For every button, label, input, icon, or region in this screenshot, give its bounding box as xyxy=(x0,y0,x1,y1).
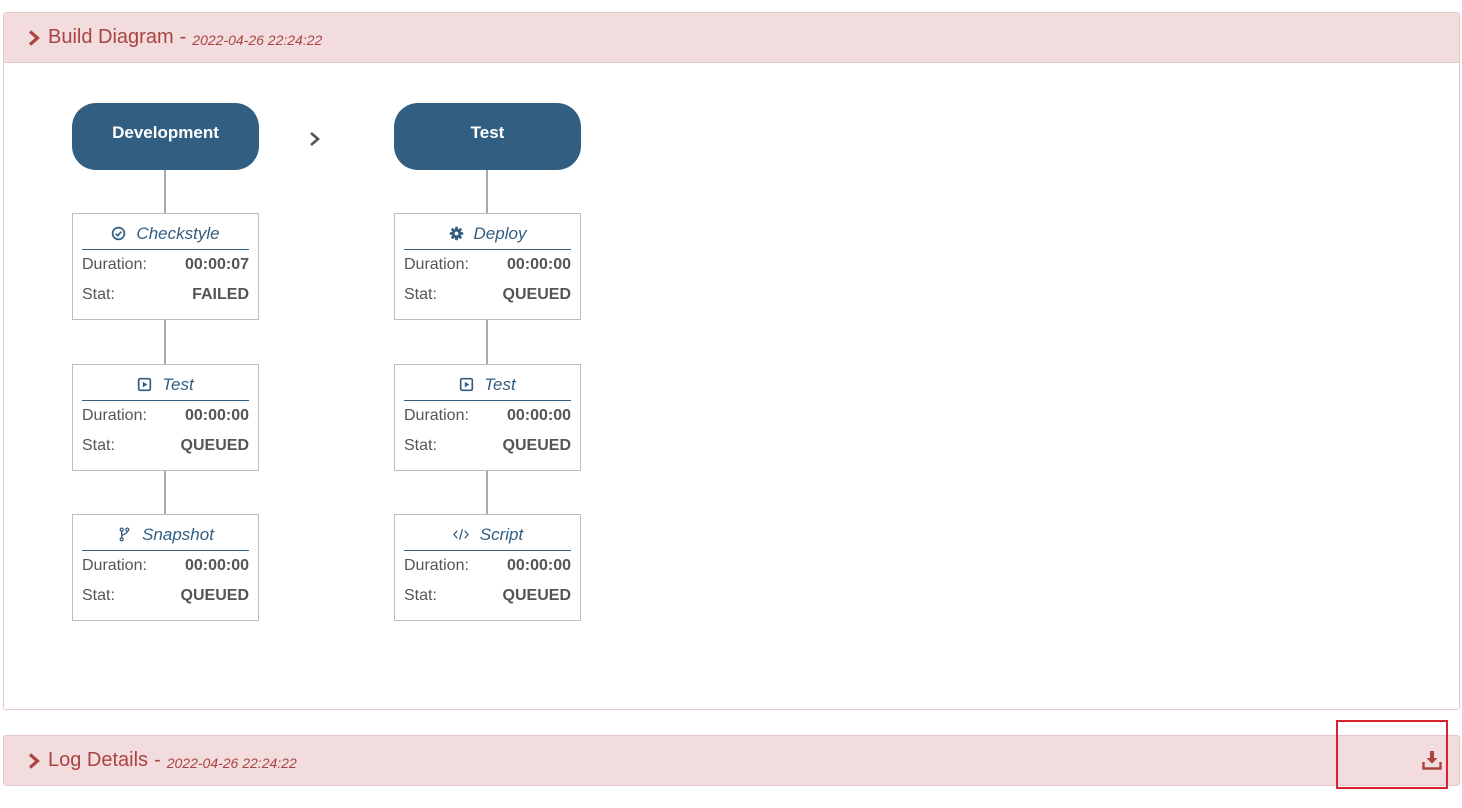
play-square-icon xyxy=(460,377,474,392)
duration-value: 00:00:07 xyxy=(184,256,249,273)
step-title[interactable]: Test xyxy=(82,365,249,401)
connector-line xyxy=(164,320,166,364)
highlight-box xyxy=(1336,720,1448,789)
code-icon xyxy=(452,529,469,540)
log-details-title: Log Details xyxy=(48,749,149,771)
stat-label: Stat: xyxy=(404,286,437,303)
status-value: QUEUED xyxy=(502,587,571,604)
step-title[interactable]: Script xyxy=(404,515,571,551)
duration-value: 00:00:00 xyxy=(506,407,571,424)
stat-label: Stat: xyxy=(82,286,115,303)
duration-label: Duration: xyxy=(404,256,469,273)
duration-value: 00:00:00 xyxy=(184,557,249,574)
step-title[interactable]: Deploy xyxy=(404,214,571,250)
stat-label: Stat: xyxy=(82,437,115,454)
step-name: Script xyxy=(479,524,524,544)
status-value: QUEUED xyxy=(502,437,571,454)
duration-value: 00:00:00 xyxy=(506,557,571,574)
duration-label: Duration: xyxy=(82,256,147,273)
duration-value: 00:00:00 xyxy=(184,407,249,424)
log-timestamp: 2022-04-26 22:24:22 xyxy=(166,754,297,771)
stage-header[interactable]: Test xyxy=(394,103,581,170)
step-title[interactable]: Checkstyle xyxy=(82,214,249,250)
stat-label: Stat: xyxy=(404,437,437,454)
stage-test: Test Deploy Duration: 00:00:00 Stat: QUEUE… xyxy=(394,103,581,621)
stat-label: Stat: xyxy=(82,587,115,604)
connector-line xyxy=(486,471,488,514)
step-script[interactable]: Script Duration: 00:00:00 Stat: QUEUED xyxy=(394,514,581,621)
stage-header[interactable]: Development xyxy=(72,103,259,170)
build-timestamp: 2022-04-26 22:24:22 xyxy=(192,31,323,48)
status-value: QUEUED xyxy=(180,587,249,604)
status-value: QUEUED xyxy=(180,437,249,454)
stage-arrow-icon xyxy=(310,132,320,146)
connector-line xyxy=(164,170,166,213)
check-circle-icon xyxy=(112,226,126,241)
step-name: Checkstyle xyxy=(136,223,220,243)
step-name: Test xyxy=(162,374,194,394)
duration-label: Duration: xyxy=(82,407,147,424)
step-checkstyle[interactable]: Checkstyle Duration: 00:00:07 Stat: FAILED xyxy=(72,213,259,320)
connector-line xyxy=(164,471,166,514)
step-deploy[interactable]: Deploy Duration: 00:00:00 Stat: QUEUED xyxy=(394,213,581,320)
title-separator: - xyxy=(154,749,161,771)
duration-value: 00:00:00 xyxy=(506,256,571,273)
log-details-heading[interactable]: Log Details - 2022-04-26 22:24:22 xyxy=(4,736,1459,785)
code-fork-icon xyxy=(119,527,130,542)
step-snapshot[interactable]: Snapshot Duration: 00:00:00 Stat: QUEUED xyxy=(72,514,259,621)
gear-icon xyxy=(449,226,463,241)
stage-development: Development Checkstyle Duration: 00:00:07… xyxy=(72,103,259,621)
step-test[interactable]: Test Duration: 00:00:00 Stat: QUEUED xyxy=(394,364,581,471)
step-name: Deploy xyxy=(473,223,527,243)
connector-line xyxy=(486,170,488,213)
stat-label: Stat: xyxy=(404,587,437,604)
duration-label: Duration: xyxy=(404,407,469,424)
status-value: FAILED xyxy=(192,286,249,303)
connector-line xyxy=(486,320,488,364)
chevron-right-icon xyxy=(28,752,40,769)
build-diagram-title: Build Diagram xyxy=(48,26,174,48)
chevron-right-icon xyxy=(28,29,40,46)
step-name: Snapshot xyxy=(142,524,214,544)
status-value: QUEUED xyxy=(502,286,571,303)
step-title[interactable]: Snapshot xyxy=(82,515,249,551)
title-separator: - xyxy=(179,26,187,48)
play-square-icon xyxy=(138,377,152,392)
duration-label: Duration: xyxy=(404,557,469,574)
step-name: Test xyxy=(484,374,516,394)
step-title[interactable]: Test xyxy=(404,365,571,401)
log-details-panel: Log Details - 2022-04-26 22:24:22 xyxy=(3,735,1460,786)
step-test[interactable]: Test Duration: 00:00:00 Stat: QUEUED xyxy=(72,364,259,471)
duration-label: Duration: xyxy=(82,557,147,574)
build-diagram-heading[interactable]: Build Diagram - 2022-04-26 22:24:22 xyxy=(4,13,1459,63)
